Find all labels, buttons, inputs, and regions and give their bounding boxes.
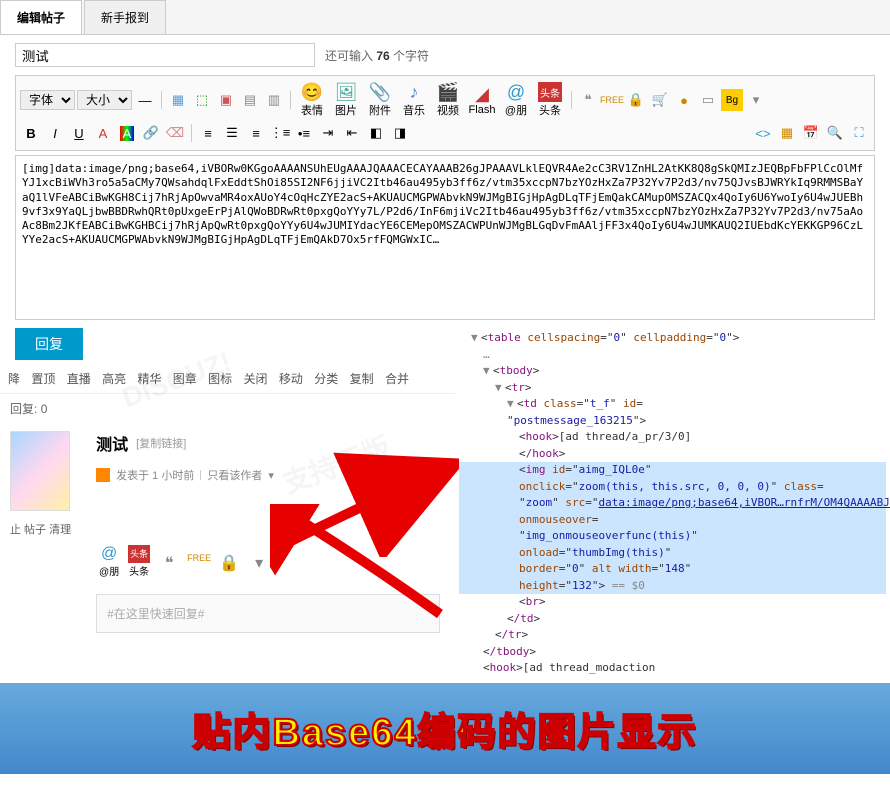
editor-toolbar: 字体 大小 — ▦ ⬚ ▣ ▤ ▥ 😊表情 🖼图片 📎附件 ♪音乐 🎬视频 ◢F… — [15, 75, 875, 151]
float-right-icon[interactable]: ◨ — [389, 122, 411, 144]
font-family-select[interactable]: 字体 — [20, 90, 75, 110]
grid-icon[interactable]: ▦ — [776, 122, 798, 144]
page-icon[interactable]: ▤ — [239, 89, 261, 111]
coin-icon[interactable]: ● — [673, 89, 695, 111]
at-button[interactable]: @@朋 — [500, 82, 532, 118]
free-badge-icon[interactable]: FREE — [601, 89, 623, 111]
free-icon[interactable]: ⬚ — [191, 89, 213, 111]
caption-text: 贴内Base64编码的图片显示 — [192, 712, 697, 754]
caption-banner: 贴内Base64编码的图片显示 — [0, 683, 890, 774]
list-unordered-icon[interactable]: •≡ — [293, 122, 315, 144]
calendar-icon[interactable]: 📅 — [800, 122, 822, 144]
qt-quote[interactable]: ❝ — [156, 553, 182, 571]
post-title: 测试 — [96, 431, 128, 455]
mod-copy[interactable]: 复制 — [350, 372, 374, 386]
mod-move[interactable]: 移动 — [279, 372, 303, 386]
reply-button[interactable]: 回复 — [15, 328, 83, 360]
attach-button[interactable]: 📎附件 — [364, 82, 396, 118]
italic-button[interactable]: I — [44, 122, 66, 144]
video-button[interactable]: 🎬视频 — [432, 82, 464, 118]
editor-textarea[interactable]: [img]data:image/png;base64,iVBORw0KGgoAA… — [15, 155, 875, 320]
code-icon[interactable]: <> — [752, 122, 774, 144]
mod-merge[interactable]: 合并 — [385, 372, 409, 386]
expand-icon[interactable]: ⛶ — [848, 122, 870, 144]
bg-color-button[interactable]: A — [116, 122, 138, 144]
underline-button[interactable]: U — [68, 122, 90, 144]
box-icon[interactable]: ▣ — [215, 89, 237, 111]
mod-demote[interactable]: 降 — [8, 372, 20, 386]
search-icon[interactable]: 🔍 — [824, 122, 846, 144]
qt-free[interactable]: FREE — [186, 553, 212, 571]
bg-icon[interactable]: Bg — [721, 89, 743, 111]
annotation-arrow-icon — [455, 437, 459, 557]
post-title-input[interactable] — [15, 43, 315, 67]
font-size-select[interactable]: 大小 — [77, 90, 132, 110]
image-button[interactable]: 🖼图片 — [330, 82, 362, 118]
avatar[interactable] — [10, 431, 70, 511]
view-author-only[interactable]: 只看该作者 — [207, 467, 262, 483]
author-badge-icon — [96, 468, 110, 482]
outdent-icon[interactable]: ⇤ — [341, 122, 363, 144]
user-ops: 止 帖子 清理 — [0, 519, 81, 539]
devtools-selected-element[interactable]: <img id="aimg_IQL0e" — [459, 462, 886, 479]
audio-button[interactable]: ♪音乐 — [398, 82, 430, 118]
mod-close[interactable]: 关闭 — [244, 372, 268, 386]
hr-icon[interactable]: — — [134, 89, 156, 111]
qt-at[interactable]: @@朋 — [96, 545, 122, 578]
align-left-icon[interactable]: ≡ — [197, 122, 219, 144]
headline-button[interactable]: 头条头条 — [534, 82, 566, 118]
eraser-button[interactable]: ⌫ — [164, 122, 186, 144]
mod-sticky[interactable]: 置顶 — [31, 372, 55, 386]
tab-bar: 编辑帖子 新手报到 — [0, 0, 890, 35]
mod-digest[interactable]: 精华 — [137, 372, 161, 386]
quote-icon[interactable]: ❝ — [577, 89, 599, 111]
align-right-icon[interactable]: ≡ — [245, 122, 267, 144]
mod-highlight[interactable]: 高亮 — [102, 372, 126, 386]
mod-stamp[interactable]: 图章 — [173, 372, 197, 386]
mod-category[interactable]: 分类 — [314, 372, 338, 386]
align-center-icon[interactable]: ☰ — [221, 122, 243, 144]
font-color-button[interactable]: A — [92, 122, 114, 144]
mod-live[interactable]: 直播 — [67, 372, 91, 386]
float-left-icon[interactable]: ◧ — [365, 122, 387, 144]
qt-headline[interactable]: 头条头条 — [126, 545, 152, 578]
table-icon[interactable]: ▦ — [167, 89, 189, 111]
tab-edit-post[interactable]: 编辑帖子 — [0, 0, 82, 34]
post-time: 发表于 1 小时前 — [116, 467, 194, 483]
mod-icon[interactable]: 图标 — [208, 372, 232, 386]
moderation-bar: 降 置顶 直播 高亮 精华 图章 图标 关闭 移动 分类 复制 合并 — [0, 364, 455, 393]
char-remaining-hint: 还可输入 76 个字符 — [325, 47, 429, 64]
reply-count: 回复: 0 — [0, 393, 455, 423]
lock-icon[interactable]: 🔒 — [625, 89, 647, 111]
layout-icon[interactable]: ▥ — [263, 89, 285, 111]
emoji-button[interactable]: 😊表情 — [296, 82, 328, 118]
flash-button[interactable]: ◢Flash — [466, 84, 498, 116]
title-row: 还可输入 76 个字符 — [0, 35, 890, 75]
bold-button[interactable]: B — [20, 122, 42, 144]
indent-icon[interactable]: ⇥ — [317, 122, 339, 144]
copy-link-button[interactable]: [复制链接] — [136, 435, 186, 451]
devtools-elements-panel[interactable]: ▼<table cellspacing="0" cellpadding="0">… — [455, 324, 890, 683]
cart-icon[interactable]: 🛒 — [649, 89, 671, 111]
qt-lock[interactable]: 🔒 — [216, 553, 242, 571]
chevron-down-icon[interactable]: ▾ — [745, 89, 767, 111]
tab-newbie[interactable]: 新手报到 — [84, 0, 166, 34]
list-ordered-icon[interactable]: ⋮≡ — [269, 122, 291, 144]
note-icon[interactable]: ▭ — [697, 89, 719, 111]
link-button[interactable]: 🔗 — [140, 122, 162, 144]
